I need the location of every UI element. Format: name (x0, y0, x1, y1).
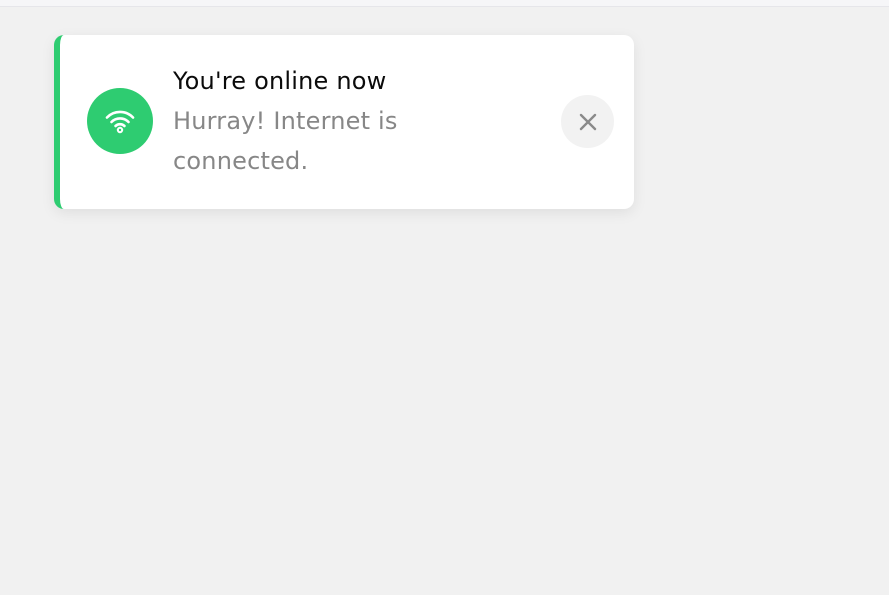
close-button[interactable] (561, 95, 614, 148)
connection-toast: You're online now Hurray! Internet is co… (54, 35, 634, 209)
toast-content: You're online now Hurray! Internet is co… (173, 61, 473, 181)
close-icon (579, 113, 596, 130)
toast-message: Hurray! Internet is connected. (173, 107, 398, 175)
top-bar (0, 0, 889, 7)
wifi-icon (87, 88, 153, 154)
toast-title: You're online now (173, 67, 387, 95)
